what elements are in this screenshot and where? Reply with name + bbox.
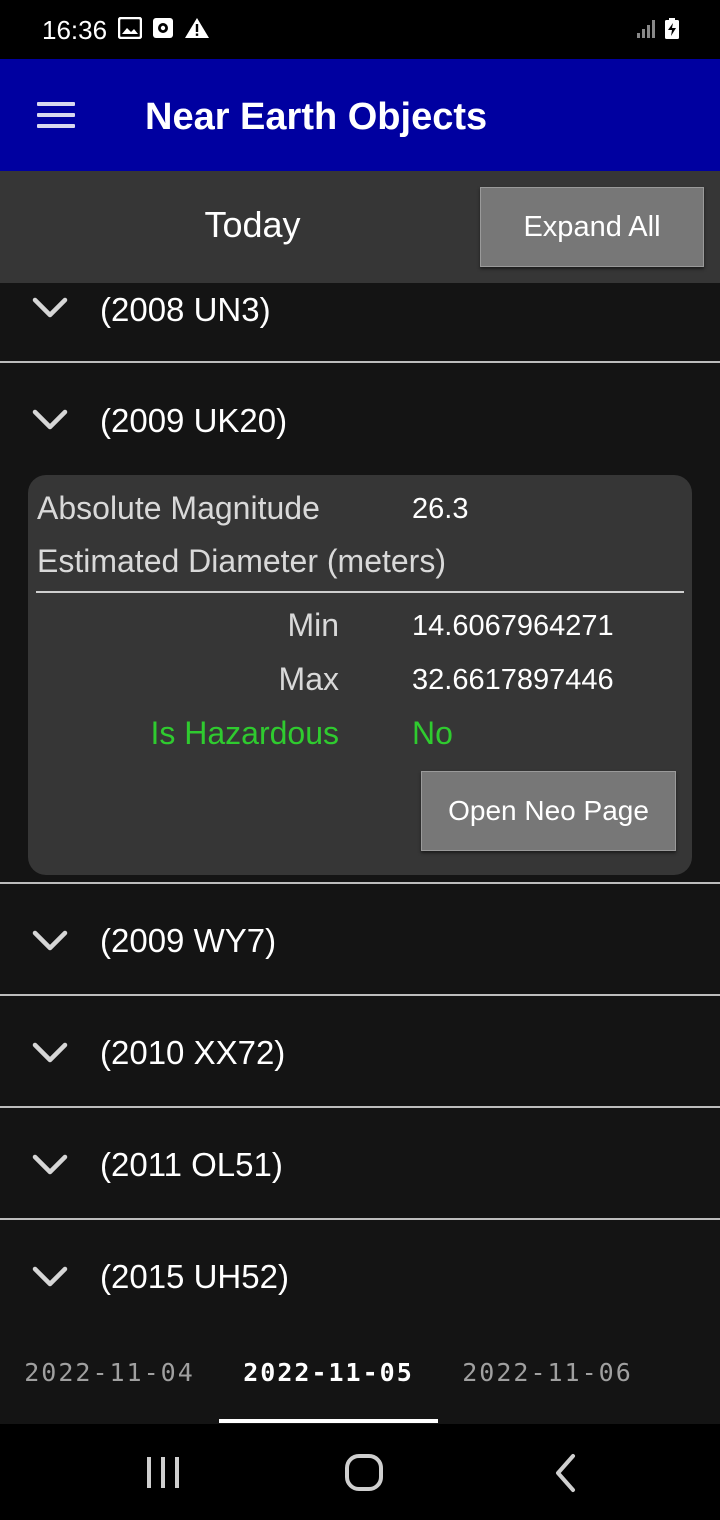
neo-detail-card: Absolute Magnitude 26.3 Estimated Diamet… (28, 475, 692, 875)
neo-item-header[interactable]: (2015 UH52) (0, 1220, 720, 1320)
expand-all-button[interactable]: Expand All (480, 187, 704, 267)
absolute-magnitude-value: 26.3 (412, 493, 469, 525)
signal-icon (637, 20, 655, 38)
image-icon (118, 17, 142, 39)
open-neo-page-button[interactable]: Open Neo Page (421, 771, 676, 851)
neo-item-header[interactable]: (2009 UK20) (0, 363, 720, 475)
battery-icon (665, 18, 679, 39)
chevron-down-icon (32, 297, 68, 318)
warning-icon (185, 18, 209, 38)
max-diameter-value: 32.6617897446 (412, 664, 614, 696)
app-title: Near Earth Objects (145, 96, 488, 138)
neo-list-item[interactable]: (2011 OL51) (0, 1108, 720, 1220)
detail-divider (36, 591, 684, 593)
system-nav-bar (0, 1424, 720, 1520)
camera-icon (153, 18, 173, 38)
neo-list-item[interactable]: (2008 UN3) (0, 283, 720, 363)
estimated-diameter-label: Estimated Diameter (meters) (37, 543, 446, 579)
status-bar: 16:36 (0, 0, 720, 59)
today-label: Today (204, 204, 301, 245)
neo-list-item-expanded[interactable]: (2009 UK20) Absolute Magnitude 26.3 Esti… (0, 363, 720, 884)
neo-item-name: (2011 OL51) (100, 1146, 283, 1183)
neo-item-header[interactable]: (2009 WY7) (0, 884, 720, 996)
screen: 16:36 Near Earth Objects Today Expand Al… (0, 0, 720, 1520)
neo-list-item[interactable]: (2009 WY7) (0, 884, 720, 996)
neo-item-header[interactable]: (2010 XX72) (0, 996, 720, 1108)
is-hazardous-label: Is Hazardous (150, 715, 339, 751)
neo-item-header[interactable]: (2008 UN3) (0, 283, 720, 363)
neo-item-name: (2008 UN3) (100, 291, 271, 328)
max-diameter-label: Max (278, 661, 339, 697)
tab-date-next[interactable]: 2022-11-06 (438, 1320, 657, 1424)
status-system-icons (636, 18, 680, 40)
min-diameter-label: Min (287, 607, 339, 643)
chevron-down-icon (32, 930, 68, 951)
neo-list[interactable]: (2008 UN3) (2009 UK20) Absolute Magnitud… (0, 283, 720, 1320)
neo-item-name: (2010 XX72) (100, 1034, 286, 1071)
chevron-down-icon (32, 1154, 68, 1175)
tab-date-previous[interactable]: 2022-11-04 (0, 1320, 219, 1424)
is-hazardous-value: No (412, 715, 453, 751)
date-tabs: 2022-11-04 2022-11-05 2022-11-06 (0, 1320, 720, 1424)
app-bar: Near Earth Objects (0, 59, 720, 171)
back-icon[interactable] (526, 1444, 606, 1500)
neo-list-item[interactable]: (2015 UH52) (0, 1220, 720, 1320)
chevron-down-icon (32, 1042, 68, 1063)
neo-item-name: (2015 UH52) (100, 1258, 289, 1295)
status-time: 16:36 (42, 15, 108, 45)
neo-list-item[interactable]: (2010 XX72) (0, 996, 720, 1108)
neo-item-name: (2009 WY7) (100, 922, 277, 959)
active-tab-indicator (219, 1419, 438, 1423)
neo-item-header[interactable]: (2011 OL51) (0, 1108, 720, 1220)
status-notification-icons (118, 17, 210, 39)
chevron-down-icon (32, 409, 68, 430)
header-strip: Today Expand All (0, 171, 720, 283)
chevron-down-icon (32, 1266, 68, 1287)
neo-item-name: (2009 UK20) (100, 402, 288, 439)
hamburger-menu-icon[interactable] (26, 87, 86, 143)
home-icon[interactable] (324, 1444, 404, 1500)
tab-date-current[interactable]: 2022-11-05 (219, 1320, 438, 1424)
absolute-magnitude-label: Absolute Magnitude (37, 490, 320, 526)
recent-apps-icon[interactable] (123, 1444, 203, 1500)
min-diameter-value: 14.6067964271 (412, 610, 614, 642)
